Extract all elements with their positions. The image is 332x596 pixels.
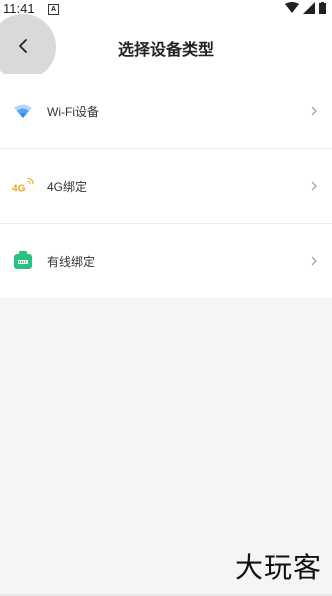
header: 选择设备类型 <box>0 14 332 80</box>
watermark-logo: 大玩客 <box>234 551 322 584</box>
wifi-icon <box>12 100 34 122</box>
device-type-label: 4G绑定 <box>47 179 88 194</box>
4g-icon: 4G <box>12 175 34 197</box>
page-title: 选择设备类型 <box>117 42 214 59</box>
notification-a-icon: A <box>48 4 59 15</box>
status-bar: 11:41 A <box>0 0 332 18</box>
device-type-label: 有线绑定 <box>47 254 96 269</box>
chevron-right-icon <box>311 256 317 266</box>
status-icons <box>285 2 326 14</box>
battery-icon <box>319 2 326 14</box>
wifi-signal-icon <box>285 2 299 13</box>
cell-signal-icon <box>303 2 315 14</box>
chevron-right-icon <box>311 181 317 191</box>
device-type-label: Wi-Fi设备 <box>47 104 99 119</box>
device-type-ethernet[interactable]: 有线绑定 <box>0 224 332 298</box>
device-type-4g[interactable]: 4G 4G绑定 <box>0 149 332 224</box>
device-type-list: Wi-Fi设备 4G 4G绑定 有线绑定 <box>0 74 332 298</box>
device-type-wifi[interactable]: Wi-Fi设备 <box>0 74 332 149</box>
svg-text:4G: 4G <box>12 184 26 195</box>
chevron-right-icon <box>311 106 317 116</box>
ethernet-icon <box>12 250 34 272</box>
